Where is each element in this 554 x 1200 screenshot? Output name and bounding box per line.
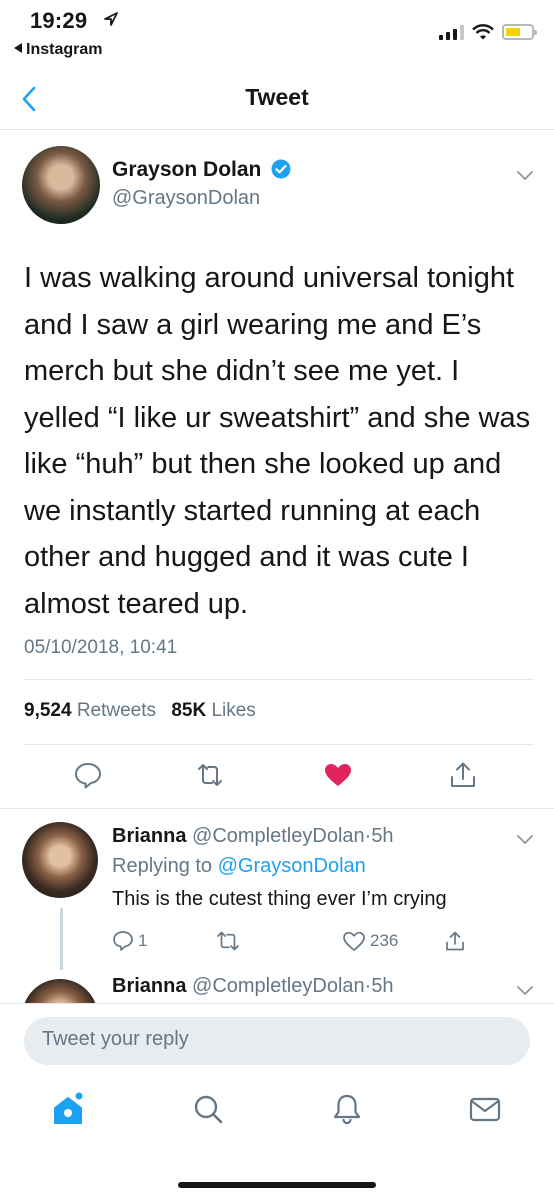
thread-line — [60, 908, 63, 970]
author-handle[interactable]: @GraysonDolan — [112, 187, 260, 210]
reply-author-handle[interactable]: @CompletleyDolan — [192, 825, 365, 847]
page-title: Tweet — [245, 84, 309, 110]
reply-like-count: 236 — [370, 931, 399, 950]
chevron-down-icon[interactable] — [516, 985, 534, 997]
status-bar: 19:29 Instagram — [0, 0, 554, 70]
back-app-label: Instagram — [26, 41, 103, 58]
tweet-timestamp: 05/10/2018, 10:41 — [24, 637, 178, 658]
reply-meta: Brianna @CompletleyDolan·5h — [112, 975, 394, 998]
reply-author-handle[interactable]: @CompletleyDolan — [192, 975, 365, 997]
likes-stat[interactable]: 85K Likes — [171, 700, 256, 721]
verified-badge-icon — [271, 159, 291, 179]
replying-prefix: Replying to — [112, 855, 213, 877]
signal-icon — [439, 24, 464, 40]
home-icon[interactable] — [51, 1092, 85, 1126]
author-name-row[interactable]: Grayson Dolan — [112, 158, 291, 182]
chevron-down-icon[interactable] — [516, 834, 534, 846]
replying-to: Replying to @GraysonDolan — [112, 855, 366, 878]
replying-to-link[interactable]: @GraysonDolan — [218, 855, 366, 877]
share-icon — [446, 931, 464, 951]
share-icon[interactable] — [448, 760, 478, 790]
tab-bar — [0, 1082, 554, 1152]
divider — [24, 744, 534, 745]
reply-actions: 1 236 — [112, 930, 492, 958]
reply-composer: Tweet your reply — [0, 1003, 554, 1079]
divider — [24, 679, 534, 680]
bell-icon[interactable] — [330, 1092, 364, 1126]
nav-header: Tweet — [0, 70, 554, 130]
reply-retweet-button[interactable] — [216, 930, 240, 952]
reply-time: 5h — [371, 825, 394, 847]
battery-icon — [502, 24, 537, 40]
heart-filled-icon[interactable] — [323, 760, 353, 790]
reply-like-button[interactable]: 236 — [342, 930, 398, 952]
retweets-stat[interactable]: 9,524 Retweets — [24, 700, 156, 721]
reply-author-name[interactable]: Brianna — [112, 825, 186, 847]
status-time: 19:29 — [30, 8, 88, 33]
reply-count: 1 — [138, 931, 148, 950]
tweet-stats: 9,524 Retweets 85K Likes — [24, 700, 256, 722]
reply-tweet[interactable]: Brianna @CompletleyDolan·5h — [22, 975, 534, 1003]
location-arrow-icon — [104, 12, 118, 26]
likes-label: Likes — [211, 700, 256, 721]
search-icon[interactable] — [191, 1092, 225, 1126]
back-triangle-icon — [14, 43, 22, 53]
reply-meta: Brianna @CompletleyDolan·5h — [112, 825, 394, 848]
heart-icon — [343, 931, 365, 951]
chevron-down-icon[interactable] — [516, 170, 534, 182]
tweet-text: I was walking around universal tonight a… — [24, 262, 531, 620]
reply-time: 5h — [371, 975, 394, 997]
retweets-label: Retweets — [76, 700, 157, 721]
reply-text: This is the cutest thing ever I’m crying — [112, 888, 447, 910]
retweet-icon[interactable] — [195, 760, 225, 790]
reply-share-button[interactable] — [444, 930, 466, 952]
reply-author-name[interactable]: Brianna — [112, 975, 186, 997]
retweets-count: 9,524 — [24, 700, 72, 721]
tweet-author: Grayson Dolan @GraysonDolan — [22, 146, 534, 226]
wifi-icon — [472, 24, 494, 40]
status-indicators — [439, 24, 537, 40]
likes-count: 85K — [171, 700, 207, 721]
reply-input[interactable]: Tweet your reply — [24, 1017, 530, 1065]
reply-reply-button[interactable]: 1 — [112, 930, 147, 952]
avatar[interactable] — [22, 146, 100, 224]
avatar[interactable] — [22, 979, 98, 1003]
back-to-app-link[interactable]: Instagram — [14, 41, 102, 59]
reply-icon[interactable] — [73, 760, 103, 790]
author-name: Grayson Dolan — [112, 158, 262, 181]
avatar[interactable] — [22, 822, 98, 898]
home-indicator — [178, 1182, 376, 1188]
retweet-icon — [217, 931, 239, 951]
reply-icon — [113, 931, 133, 951]
tweet-actions — [0, 760, 554, 796]
divider — [0, 808, 554, 809]
mail-icon[interactable] — [468, 1092, 502, 1126]
